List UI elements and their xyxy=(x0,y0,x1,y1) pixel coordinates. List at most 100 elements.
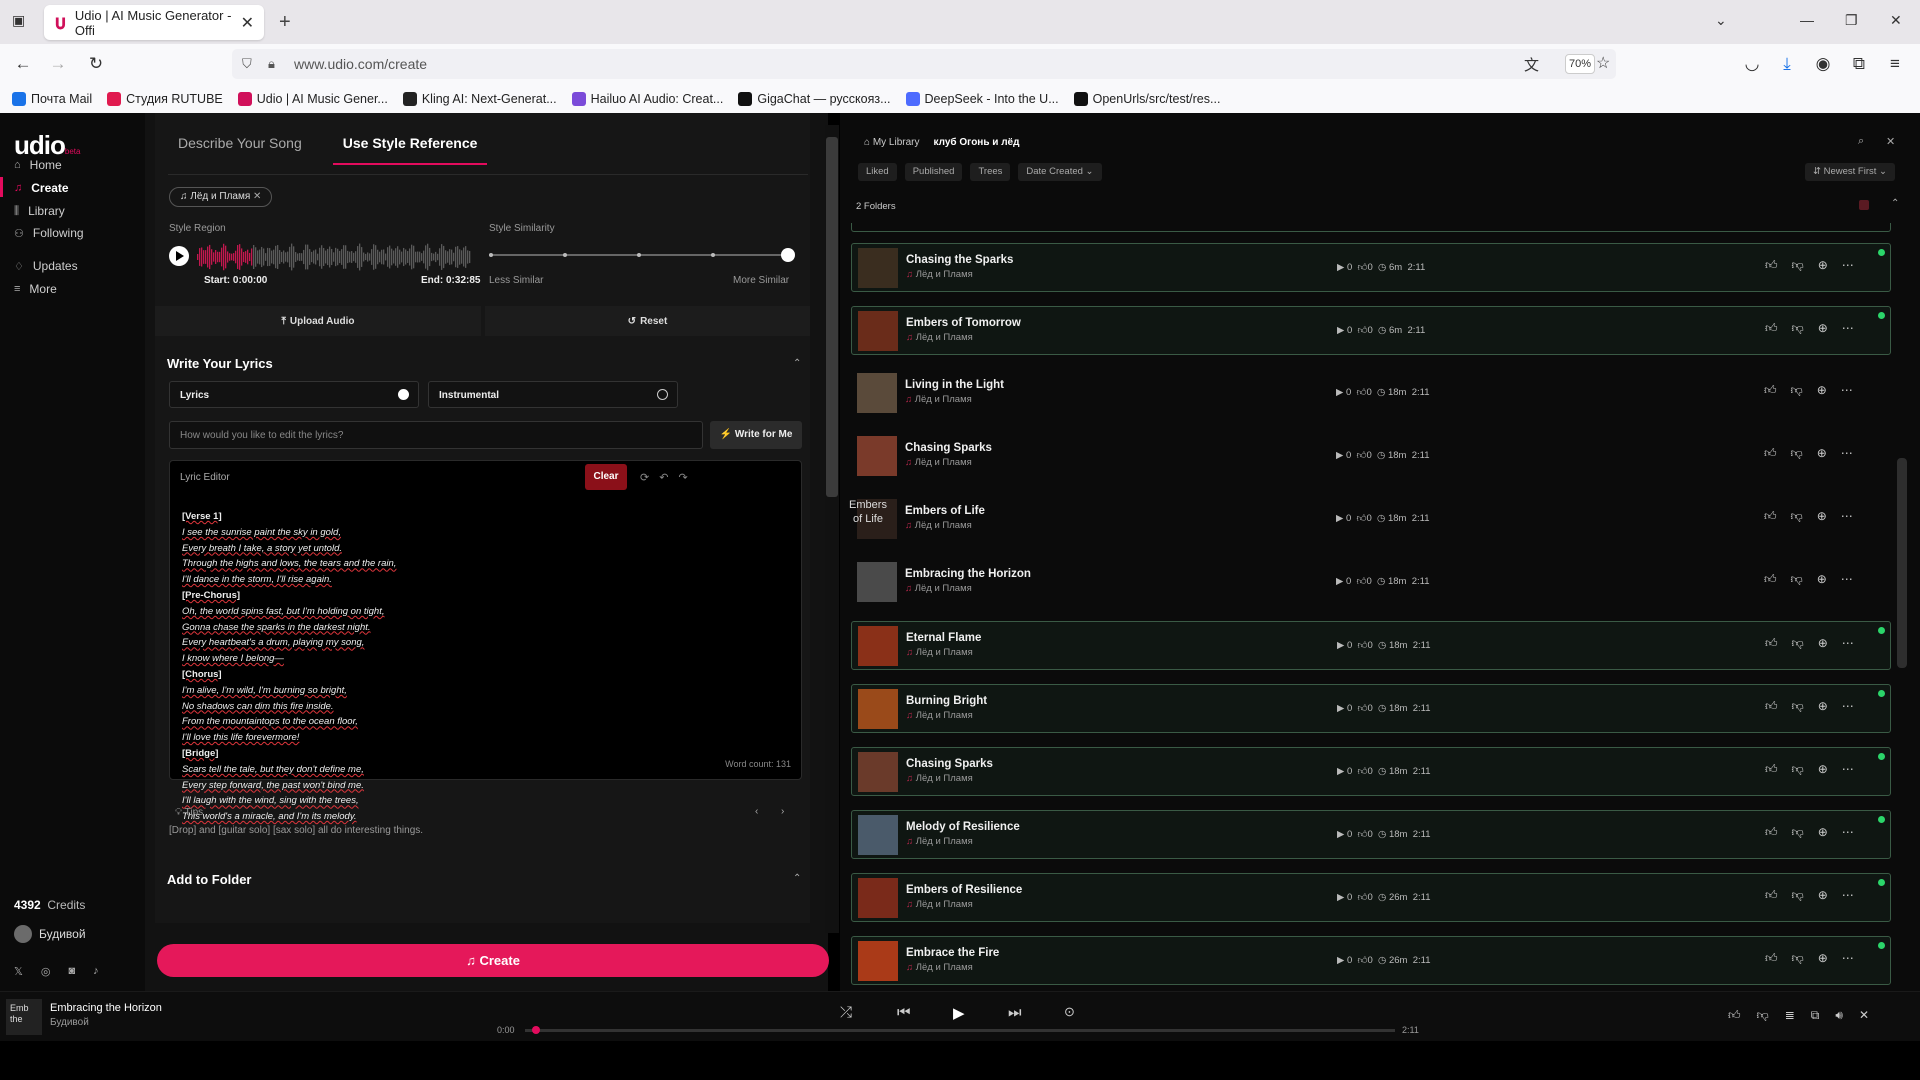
song-artist[interactable]: ♫ Лёд и Пламя xyxy=(906,710,973,721)
like-icon[interactable]: 👍︎ xyxy=(1764,572,1777,587)
play-icon[interactable]: ▶ xyxy=(953,1004,965,1022)
close-tab-icon[interactable]: ✕ xyxy=(241,13,254,33)
like-icon[interactable]: 👍︎ xyxy=(1765,321,1778,336)
add-icon[interactable]: ⊕ xyxy=(1818,951,1828,966)
more-icon[interactable]: ⋯ xyxy=(1841,383,1853,398)
create-scrollbar[interactable] xyxy=(825,125,839,933)
upload-audio-button[interactable]: ⤒ Upload Audio xyxy=(155,306,481,336)
more-icon[interactable]: ⋯ xyxy=(1841,572,1853,587)
x-icon[interactable]: 𝕏 xyxy=(14,965,23,978)
dislike-icon[interactable]: 👎︎ xyxy=(1792,699,1804,714)
tiktok-icon[interactable]: ♪ xyxy=(93,965,99,978)
lyrics-edit-input[interactable]: How would you like to edit the lyrics? xyxy=(169,421,703,449)
tab-list-icon[interactable]: ▣ xyxy=(12,12,25,29)
like-icon[interactable]: 👍︎ xyxy=(1765,888,1778,903)
account-icon[interactable]: ◉ xyxy=(1812,53,1834,75)
like-icon[interactable]: 👍︎ xyxy=(1728,1008,1741,1023)
song-thumbnail[interactable] xyxy=(858,311,898,351)
dislike-icon[interactable]: 👎︎ xyxy=(1792,636,1804,651)
more-icon[interactable]: ⋯ xyxy=(1842,321,1854,336)
like-icon[interactable]: 👍︎ xyxy=(1765,699,1778,714)
like-icon[interactable]: 👍︎ xyxy=(1765,951,1778,966)
song-row[interactable]: Chasing the Sparks ♫ Лёд и Пламя ▶ 0 👍︎0… xyxy=(851,243,1891,292)
tips-next-icon[interactable]: › xyxy=(781,806,784,817)
song-artist[interactable]: ♫ Лёд и Пламя xyxy=(905,520,972,531)
song-title[interactable]: Chasing Sparks xyxy=(906,758,993,770)
song-row[interactable]: Embers of Resilience ♫ Лёд и Пламя ▶ 0 👍… xyxy=(851,873,1891,922)
dislike-icon[interactable]: 👎︎ xyxy=(1792,825,1804,840)
lyrics-section-title[interactable]: Write Your Lyrics xyxy=(167,356,273,371)
song-artist[interactable]: ♫ Лёд и Пламя xyxy=(906,332,973,343)
folders-count[interactable]: 2 Folders xyxy=(856,201,896,212)
song-artist[interactable]: ♫ Лёд и Пламя xyxy=(905,583,972,594)
dislike-icon[interactable]: 👎︎ xyxy=(1792,762,1804,777)
volume-icon[interactable]: 🔊︎ xyxy=(1835,1008,1843,1023)
sidebar-item-following[interactable]: ⚇ Following xyxy=(14,226,84,240)
sidebar-item-create[interactable]: ♫ Create xyxy=(14,181,69,195)
add-icon[interactable]: ⊕ xyxy=(1818,258,1828,273)
like-icon[interactable]: 👍︎ xyxy=(1765,762,1778,777)
dislike-icon[interactable]: 👎︎ xyxy=(1757,1008,1769,1023)
similarity-slider[interactable] xyxy=(489,248,795,262)
song-artist[interactable]: ♫ Лёд и Пламя xyxy=(906,962,973,973)
filter-trees[interactable]: Trees xyxy=(970,163,1011,181)
forward-icon[interactable]: → xyxy=(47,53,69,75)
song-row[interactable]: Melody of Resilience ♫ Лёд и Пламя ▶ 0 👍… xyxy=(851,810,1891,859)
chevron-up-icon[interactable]: ⌃ xyxy=(1891,198,1899,209)
extensions-icon[interactable]: ⧉ xyxy=(1848,53,1870,75)
song-row[interactable]: Chasing Sparks ♫ Лёд и Пламя ▶ 0 👍︎0 ◷ 1… xyxy=(851,747,1891,796)
song-thumbnail[interactable] xyxy=(858,248,898,288)
dislike-icon[interactable]: 👎︎ xyxy=(1791,572,1803,587)
clear-button[interactable]: Clear xyxy=(585,464,627,490)
more-icon[interactable]: ⋯ xyxy=(1842,258,1854,273)
tab-describe-song[interactable]: Describe Your Song xyxy=(168,126,312,165)
bookmark-item[interactable]: OpenUrls/src/test/res... xyxy=(1073,91,1220,106)
lyrics-text[interactable]: [Verse 1] I see the sunrise paint the sky… xyxy=(182,509,396,825)
menu-icon[interactable]: ≡ xyxy=(1884,53,1906,75)
bookmark-item[interactable]: Студия RUTUBE xyxy=(107,91,223,106)
bookmark-item[interactable]: GigaChat — русскояз... xyxy=(738,91,891,106)
previous-icon[interactable]: ⏮︎ xyxy=(897,1004,911,1021)
song-artist[interactable]: ♫ Лёд и Пламя xyxy=(906,773,973,784)
song-row[interactable]: Eternal Flame ♫ Лёд и Пламя ▶ 0 👍︎0 ◷ 18… xyxy=(851,621,1891,670)
like-icon[interactable]: 👍︎ xyxy=(1764,383,1777,398)
download-icon[interactable]: ⤓ xyxy=(1776,53,1798,75)
tips-prev-icon[interactable]: ‹ xyxy=(755,806,758,817)
address-bar[interactable]: ⛉ 🔒︎ www.udio.com/create 文 70% ☆ xyxy=(232,49,1616,79)
song-artist[interactable]: ♫ Лёд и Пламя xyxy=(906,899,973,910)
like-icon[interactable]: 👍︎ xyxy=(1765,258,1778,273)
bookmark-item[interactable]: Kling AI: Next-Generat... xyxy=(402,91,557,106)
filter-published[interactable]: Published xyxy=(904,163,963,181)
star-icon[interactable]: ☆ xyxy=(1596,53,1610,73)
add-to-folder-title[interactable]: Add to Folder xyxy=(167,872,252,887)
more-icon[interactable]: ⋯ xyxy=(1842,888,1854,903)
song-artist[interactable]: ♫ Лёд и Пламя xyxy=(906,269,973,280)
add-icon[interactable]: ⊕ xyxy=(1817,572,1827,587)
progress-bar[interactable] xyxy=(525,1026,1395,1034)
bookmark-item[interactable]: Почта Mail xyxy=(12,91,92,106)
restore-icon[interactable]: ❐ xyxy=(1845,12,1858,29)
dislike-icon[interactable]: 👎︎ xyxy=(1792,888,1804,903)
minimize-icon[interactable]: — xyxy=(1800,12,1814,28)
close-player-icon[interactable]: ✕ xyxy=(1859,1008,1869,1023)
song-row[interactable]: Living in the Light ♫ Лёд и Пламя ▶ 0 👍︎… xyxy=(851,369,1891,418)
song-thumbnail[interactable] xyxy=(858,815,898,855)
filter-date-created[interactable]: Date Created ⌄ xyxy=(1018,163,1102,181)
new-tab-icon[interactable]: + xyxy=(279,11,291,34)
like-icon[interactable]: 👍︎ xyxy=(1764,446,1777,461)
more-icon[interactable]: ⋯ xyxy=(1842,762,1854,777)
sidebar-item-updates[interactable]: ♢ Updates xyxy=(14,259,78,273)
like-icon[interactable]: 👍︎ xyxy=(1764,509,1777,524)
next-icon[interactable]: ⏭︎ xyxy=(1008,1004,1022,1021)
user-profile[interactable]: Будивой xyxy=(14,925,86,943)
write-for-me-button[interactable]: ⚡ Write for Me xyxy=(710,421,802,449)
refresh-icon[interactable]: ⟳ xyxy=(640,471,649,484)
sidebar-item-library[interactable]: ⫼ Library xyxy=(14,204,65,218)
crumb-folder[interactable]: клуб Огонь и лёд xyxy=(934,137,1020,148)
bookmark-item[interactable]: Hailuo AI Audio: Creat... xyxy=(571,91,723,106)
song-title[interactable]: Eternal Flame xyxy=(906,632,981,644)
chevron-down-icon[interactable]: ⌄ xyxy=(1715,12,1727,29)
library-scrollbar[interactable] xyxy=(1895,323,1909,1023)
add-icon[interactable]: ⊕ xyxy=(1818,636,1828,651)
tab-style-reference[interactable]: Use Style Reference xyxy=(332,126,488,165)
